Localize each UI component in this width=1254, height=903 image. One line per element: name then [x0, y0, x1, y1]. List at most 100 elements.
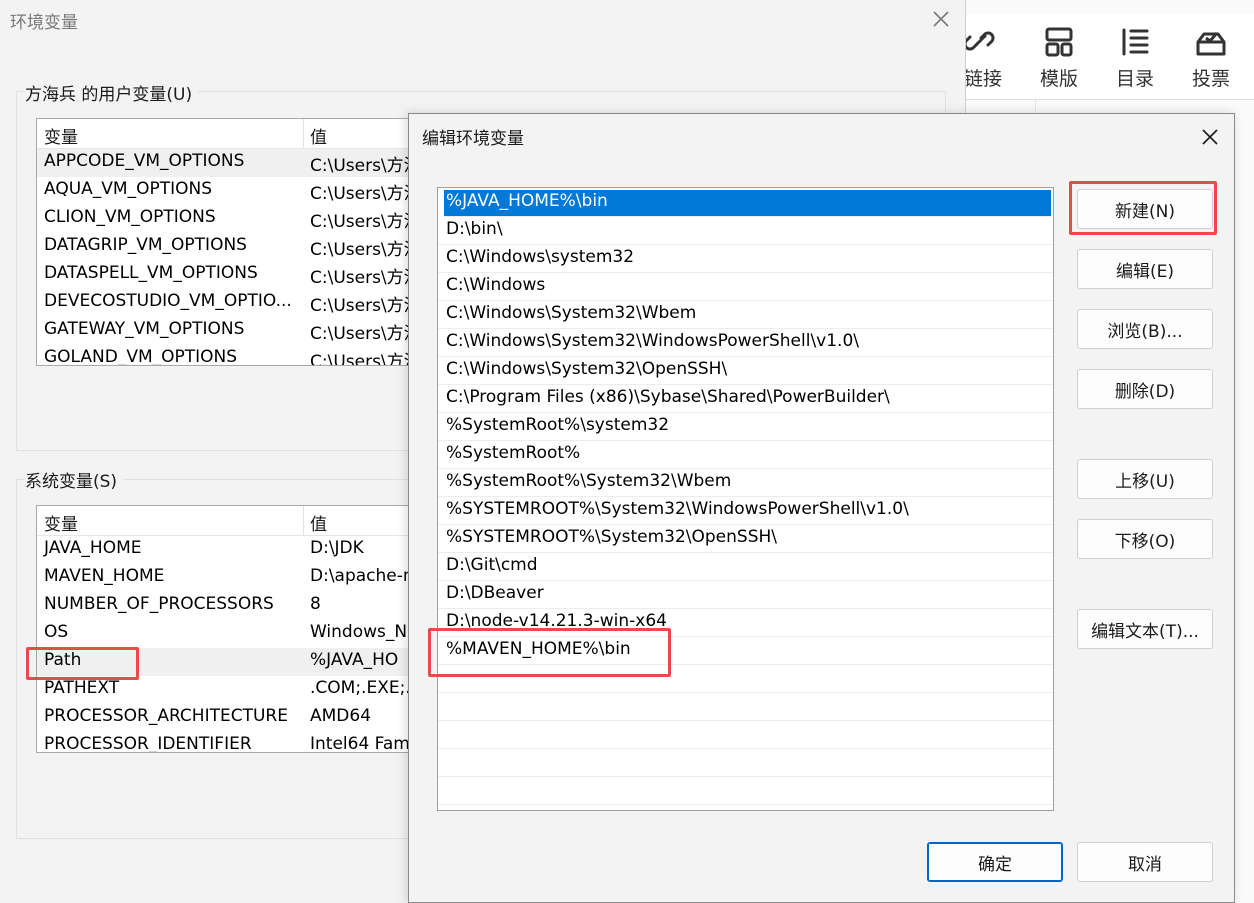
table-row[interactable]: PATHEXT .COM;.EXE;. [37, 676, 415, 704]
ok-button[interactable]: 确定 [927, 842, 1063, 882]
path-list[interactable]: %JAVA_HOME%\bin D:\bin\ C:\Windows\syste… [437, 187, 1054, 811]
list-icon [1122, 28, 1149, 56]
table-row[interactable]: DEVECOSTUDIO_VM_OPTIO... C:\Users\方注 [37, 289, 415, 317]
list-item-empty[interactable] [438, 777, 1053, 805]
user-vars-list[interactable]: 变量 值 APPCODE_VM_OPTIONS C:\Users\方注 AQUA_… [36, 118, 416, 366]
path-text: D:\bin\ [446, 219, 503, 239]
path-text: C:\Program Files (x86)\Sybase\Shared\Pow… [446, 387, 890, 407]
path-text: C:\Windows\System32\OpenSSH\ [446, 359, 728, 379]
system-vars-list[interactable]: 变量 值 JAVA_HOME D:\JDK MAVEN_HOME D:\apache… [36, 505, 416, 753]
var-value: 8 [310, 594, 321, 614]
edit-button[interactable]: 编辑(E) [1077, 249, 1213, 289]
list-header: 变量 值 [37, 119, 415, 149]
list-item[interactable]: D:\bin\ [438, 217, 1053, 245]
table-row[interactable]: PROCESSOR_ARCHITECTURE AMD64 [37, 704, 415, 732]
table-row[interactable]: DATASPELL_VM_OPTIONS C:\Users\方注 [37, 261, 415, 289]
var-name: JAVA_HOME [44, 538, 142, 558]
list-item[interactable]: %SystemRoot%\System32\Wbem [438, 469, 1053, 497]
list-item-empty[interactable] [438, 693, 1053, 721]
list-item[interactable]: C:\Windows\System32\OpenSSH\ [438, 357, 1053, 385]
var-name: DATAGRIP_VM_OPTIONS [44, 235, 247, 255]
list-header: 变量 值 [37, 506, 415, 536]
path-text: %JAVA_HOME%\bin [446, 191, 608, 211]
table-row[interactable]: NUMBER_OF_PROCESSORS 8 [37, 592, 415, 620]
header-value: 值 [310, 515, 327, 535]
list-item[interactable]: %SYSTEMROOT%\System32\OpenSSH\ [438, 525, 1053, 553]
browse-button[interactable]: 浏览(B)... [1077, 309, 1213, 349]
var-name: Path [44, 650, 82, 670]
column-divider [303, 506, 304, 536]
header-name: 变量 [44, 128, 78, 148]
var-name: NUMBER_OF_PROCESSORS [44, 594, 274, 614]
table-row[interactable]: CLION_VM_OPTIONS C:\Users\方注 [37, 205, 415, 233]
var-value: D:\apache-m [310, 566, 416, 586]
list-item[interactable]: %SYSTEMROOT%\System32\WindowsPowerShell\… [438, 497, 1053, 525]
list-item[interactable]: D:\Git\cmd [438, 553, 1053, 581]
list-item[interactable]: %MAVEN_HOME%\bin [438, 637, 1053, 665]
table-row[interactable]: GATEWAY_VM_OPTIONS C:\Users\方注 [37, 317, 415, 345]
list-item[interactable]: %SystemRoot%\system32 [438, 413, 1053, 441]
list-item-empty[interactable] [438, 665, 1053, 693]
var-name: AQUA_VM_OPTIONS [44, 179, 212, 199]
list-item[interactable]: D:\DBeaver [438, 581, 1053, 609]
list-item[interactable]: C:\Windows\system32 [438, 245, 1053, 273]
new-button[interactable]: 新建(N) [1077, 189, 1213, 229]
list-item[interactable]: C:\Windows\System32\WindowsPowerShell\v1… [438, 329, 1053, 357]
var-value: C:\Users\方注 [310, 352, 416, 366]
template-icon [1045, 27, 1073, 57]
table-row[interactable]: JAVA_HOME D:\JDK [37, 536, 415, 564]
edit-text-button[interactable]: 编辑文本(T)... [1077, 609, 1213, 649]
path-text: C:\Windows\system32 [446, 247, 635, 267]
var-value: C:\Users\方注 [310, 324, 416, 344]
table-row[interactable]: DATAGRIP_VM_OPTIONS C:\Users\方注 [37, 233, 415, 261]
table-row[interactable]: OS Windows_N [37, 620, 415, 648]
header-name: 变量 [44, 515, 78, 535]
var-name: GATEWAY_VM_OPTIONS [44, 319, 245, 339]
var-name: GOLAND_VM_OPTIONS [44, 347, 238, 366]
toolbar-vote-button[interactable]: 投票 [1181, 26, 1241, 91]
path-text: %SystemRoot%\system32 [446, 415, 670, 435]
delete-button[interactable]: 删除(D) [1077, 369, 1213, 409]
list-item[interactable]: C:\Program Files (x86)\Sybase\Shared\Pow… [438, 385, 1053, 413]
path-text: %SYSTEMROOT%\System32\OpenSSH\ [446, 527, 778, 547]
path-text: D:\Git\cmd [446, 555, 538, 575]
var-name: DEVECOSTUDIO_VM_OPTIO... [44, 291, 292, 311]
var-value: Windows_N [310, 622, 408, 642]
toolbar-template-button[interactable]: 模版 [1029, 26, 1089, 91]
cancel-button[interactable]: 取消 [1077, 842, 1213, 882]
var-value: C:\Users\方注 [310, 296, 416, 316]
list-item-selected[interactable]: %JAVA_HOME%\bin [444, 190, 1051, 217]
var-value: C:\Users\方注 [310, 184, 416, 204]
table-row[interactable]: AQUA_VM_OPTIONS C:\Users\方注 [37, 177, 415, 205]
edit-env-var-dialog: 编辑环境变量 %JAVA_HOME%\bin D:\bin\ C:\Window… [408, 113, 1235, 903]
list-item[interactable]: D:\node-v14.21.3-win-x64 [438, 609, 1053, 637]
list-item[interactable]: C:\Windows [438, 273, 1053, 301]
path-text: %SystemRoot%\System32\Wbem [446, 471, 732, 491]
table-row-path-selected[interactable]: Path %JAVA_HO [37, 648, 415, 676]
table-row[interactable]: MAVEN_HOME D:\apache-m [37, 564, 415, 592]
table-row[interactable]: PROCESSOR_IDENTIFIER Intel64 Fam [37, 732, 415, 752]
var-value: C:\Users\方注 [310, 156, 416, 176]
list-item[interactable]: C:\Windows\System32\Wbem [438, 301, 1053, 329]
path-text: C:\Windows\System32\WindowsPowerShell\v1… [446, 331, 859, 351]
vote-icon [1196, 32, 1226, 56]
close-icon[interactable] [1197, 124, 1223, 150]
list-item[interactable]: %SystemRoot% [438, 441, 1053, 469]
toolbar-vote-label: 投票 [1191, 68, 1230, 90]
var-name: CLION_VM_OPTIONS [44, 207, 216, 227]
var-value: D:\JDK [310, 538, 364, 558]
table-row[interactable]: GOLAND_VM_OPTIONS C:\Users\方注 [37, 345, 416, 366]
path-text: D:\DBeaver [446, 583, 544, 603]
move-up-button[interactable]: 上移(U) [1077, 459, 1213, 499]
list-item-empty[interactable] [438, 749, 1053, 777]
var-value: C:\Users\方注 [310, 268, 416, 288]
table-row[interactable]: APPCODE_VM_OPTIONS C:\Users\方注 [37, 149, 415, 177]
header-value: 值 [310, 128, 327, 148]
toolbar-toc-button[interactable]: 目录 [1105, 26, 1165, 91]
window-title: 环境变量 [10, 13, 78, 33]
close-icon[interactable] [928, 6, 954, 32]
move-down-button[interactable]: 下移(O) [1077, 519, 1213, 559]
list-item-empty[interactable] [438, 721, 1053, 749]
var-value: .COM;.EXE;. [310, 678, 411, 698]
var-name: PATHEXT [44, 678, 120, 698]
